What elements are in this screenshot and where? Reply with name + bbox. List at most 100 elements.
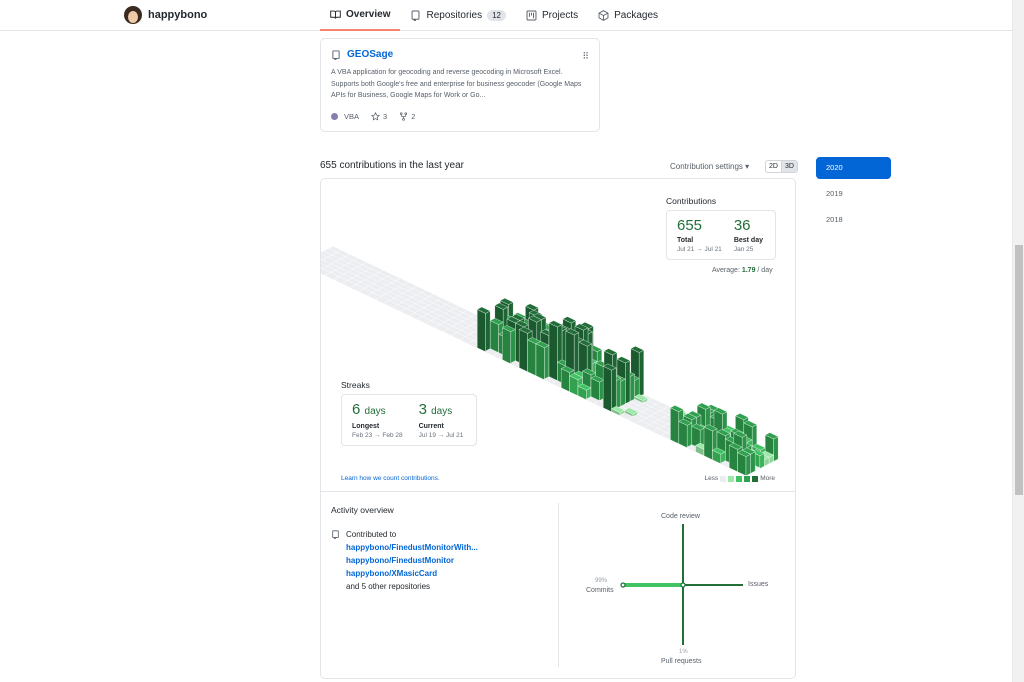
stat-total-value: 655	[677, 217, 703, 234]
contribution-graph-box: Contributions 655 Total Jul 21 → Jul 21 …	[320, 178, 796, 492]
pinned-repo-card: GEOSage ⠿ A VBA application for geocodin…	[320, 38, 600, 132]
streak-current-range: Jul 19 → Jul 21	[418, 432, 464, 439]
repo-icon	[332, 49, 340, 60]
contribution-cell-front	[502, 327, 511, 365]
average-suffix: / day	[755, 267, 773, 274]
average-per-day: Average: 1.79 / day	[712, 267, 773, 274]
graph-view-toggle: 2D 3D	[765, 160, 798, 173]
learn-contributions-link[interactable]: Learn how we count contributions.	[341, 475, 440, 482]
toggle-2d-button[interactable]: 2D	[766, 161, 781, 172]
contribution-cell-side	[616, 377, 621, 410]
streak-longest-label: Longest	[352, 423, 380, 430]
contribution-cell-side	[510, 329, 516, 365]
toggle-3d-button[interactable]: 3D	[780, 161, 797, 172]
streak-current-unit: days	[431, 406, 453, 417]
tab-repositories-label: Repositories	[426, 10, 483, 21]
commits-point	[620, 582, 626, 588]
axis-pull-requests-label: Pull requests	[661, 658, 702, 665]
repo-icon	[412, 10, 420, 21]
average-value: 1.79	[741, 267, 756, 274]
contribution-cell-front	[477, 309, 486, 353]
pinned-repo-title[interactable]: GEOSage	[331, 49, 589, 60]
tab-projects[interactable]: Projects	[516, 0, 588, 31]
profile-nav-bar: happybono Overview Repositories 12 Proje…	[0, 0, 1012, 31]
streaks-title: Streaks	[341, 380, 370, 390]
stat-best-date: Jan 25	[733, 246, 754, 253]
streak-current-value-row: 3 days	[419, 401, 464, 421]
contribution-settings-dropdown[interactable]: Contribution settings ▾	[670, 162, 749, 171]
repositories-count-badge: 12	[487, 10, 506, 21]
year-2018[interactable]: 2018	[816, 209, 891, 231]
contribution-cell-front	[678, 421, 688, 449]
contributed-repo-link[interactable]: happybono/FinedustMonitorWith...	[346, 541, 478, 554]
contribution-cell-front	[603, 365, 612, 413]
tab-packages[interactable]: Packages	[588, 0, 668, 31]
stat-total-range: Jul 21 → Jul 21	[677, 246, 722, 253]
year-2019[interactable]: 2019	[816, 183, 891, 205]
tab-overview-label: Overview	[346, 9, 391, 20]
scrollbar-thumb[interactable]	[1015, 245, 1023, 495]
project-icon	[526, 10, 537, 21]
pinned-repo-meta: VBA 3 2	[331, 111, 589, 121]
contributed-to-row: Contributed to happybono/FinedustMonitor…	[331, 528, 478, 593]
user-mini-profile[interactable]: happybono	[124, 6, 207, 24]
contribution-cell-front	[519, 329, 528, 373]
avatar[interactable]	[124, 6, 142, 24]
stat-best-day: 36 Best day Jan 25	[734, 217, 763, 253]
contribution-cell-side	[625, 360, 631, 405]
contributions-stats-card: 655 Total Jul 21 → Jul 21 36 Best day Ja…	[666, 210, 776, 260]
activity-overview-title: Activity overview	[331, 505, 394, 515]
contributed-repo-link[interactable]: happybono/XMasicCard	[346, 567, 478, 580]
contributed-repo-link[interactable]: happybono/FinedustMonitor	[346, 554, 478, 567]
username[interactable]: happybono	[148, 9, 207, 21]
star-icon	[371, 111, 380, 121]
pinned-repo-name[interactable]: GEOSage	[347, 49, 393, 60]
profile-tabs: Overview Repositories 12 Projects Packag…	[320, 0, 668, 31]
repo-forks-count: 2	[411, 111, 416, 121]
contribution-cell-side	[544, 345, 550, 381]
streak-current-label: Current	[418, 423, 444, 430]
legend-swatch-3	[744, 475, 751, 482]
color-legend: Less More	[704, 475, 775, 482]
contribution-cell-side	[759, 453, 765, 469]
package-icon	[598, 10, 609, 21]
streak-longest-value: 6	[352, 401, 361, 418]
contribution-cell-front	[490, 320, 499, 354]
streak-current-value: 3	[418, 401, 427, 418]
legend-swatch-4	[752, 475, 759, 482]
average-prefix: Average:	[712, 267, 742, 274]
repo-forks[interactable]: 2	[399, 112, 415, 121]
origin-point	[680, 582, 686, 588]
drag-handle-icon[interactable]: ⠿	[582, 51, 589, 62]
contribution-cell-front	[527, 339, 537, 377]
contribution-cell-front	[535, 343, 545, 381]
axis-issues-label: Issues	[748, 581, 769, 588]
streak-longest-value-row: 6 days	[352, 401, 403, 421]
stat-best-value: 36	[733, 217, 751, 234]
contributed-to-label: Contributed to	[346, 530, 397, 539]
contribution-cell-side	[773, 436, 779, 462]
contributed-to-list: Contributed to happybono/FinedustMonitor…	[331, 528, 478, 593]
year-2020[interactable]: 2020	[816, 157, 891, 179]
year-list: 2020 2019 2018	[816, 157, 891, 235]
streak-current: 3 days Current Jul 19 → Jul 21	[419, 401, 464, 439]
page-scrollbar[interactable]	[1012, 0, 1024, 682]
tab-overview[interactable]: Overview	[320, 0, 401, 31]
language-color-dot	[331, 112, 338, 120]
legend-swatch-2	[736, 475, 743, 482]
activity-overview-box: Activity overview Contributed to happybo…	[320, 491, 796, 679]
pull-requests-percentage: 1%	[679, 649, 688, 655]
repo-icon	[332, 530, 339, 539]
contributions-heading: 655 contributions in the last year	[320, 160, 464, 171]
contribution-cell-side	[687, 422, 692, 449]
contribution-cell-side	[745, 453, 751, 477]
repo-stars[interactable]: 3	[371, 111, 387, 121]
other-repositories-text: and 5 other repositories	[346, 582, 431, 591]
contribution-cell-side	[620, 378, 626, 408]
repo-language-label: VBA	[344, 111, 360, 121]
tab-repositories[interactable]: Repositories 12	[400, 0, 516, 31]
contribution-cell-side	[611, 367, 617, 413]
contribution-cell-side	[639, 349, 644, 398]
contribution-cell-front	[729, 445, 738, 473]
contribution-cell-front	[670, 407, 679, 445]
